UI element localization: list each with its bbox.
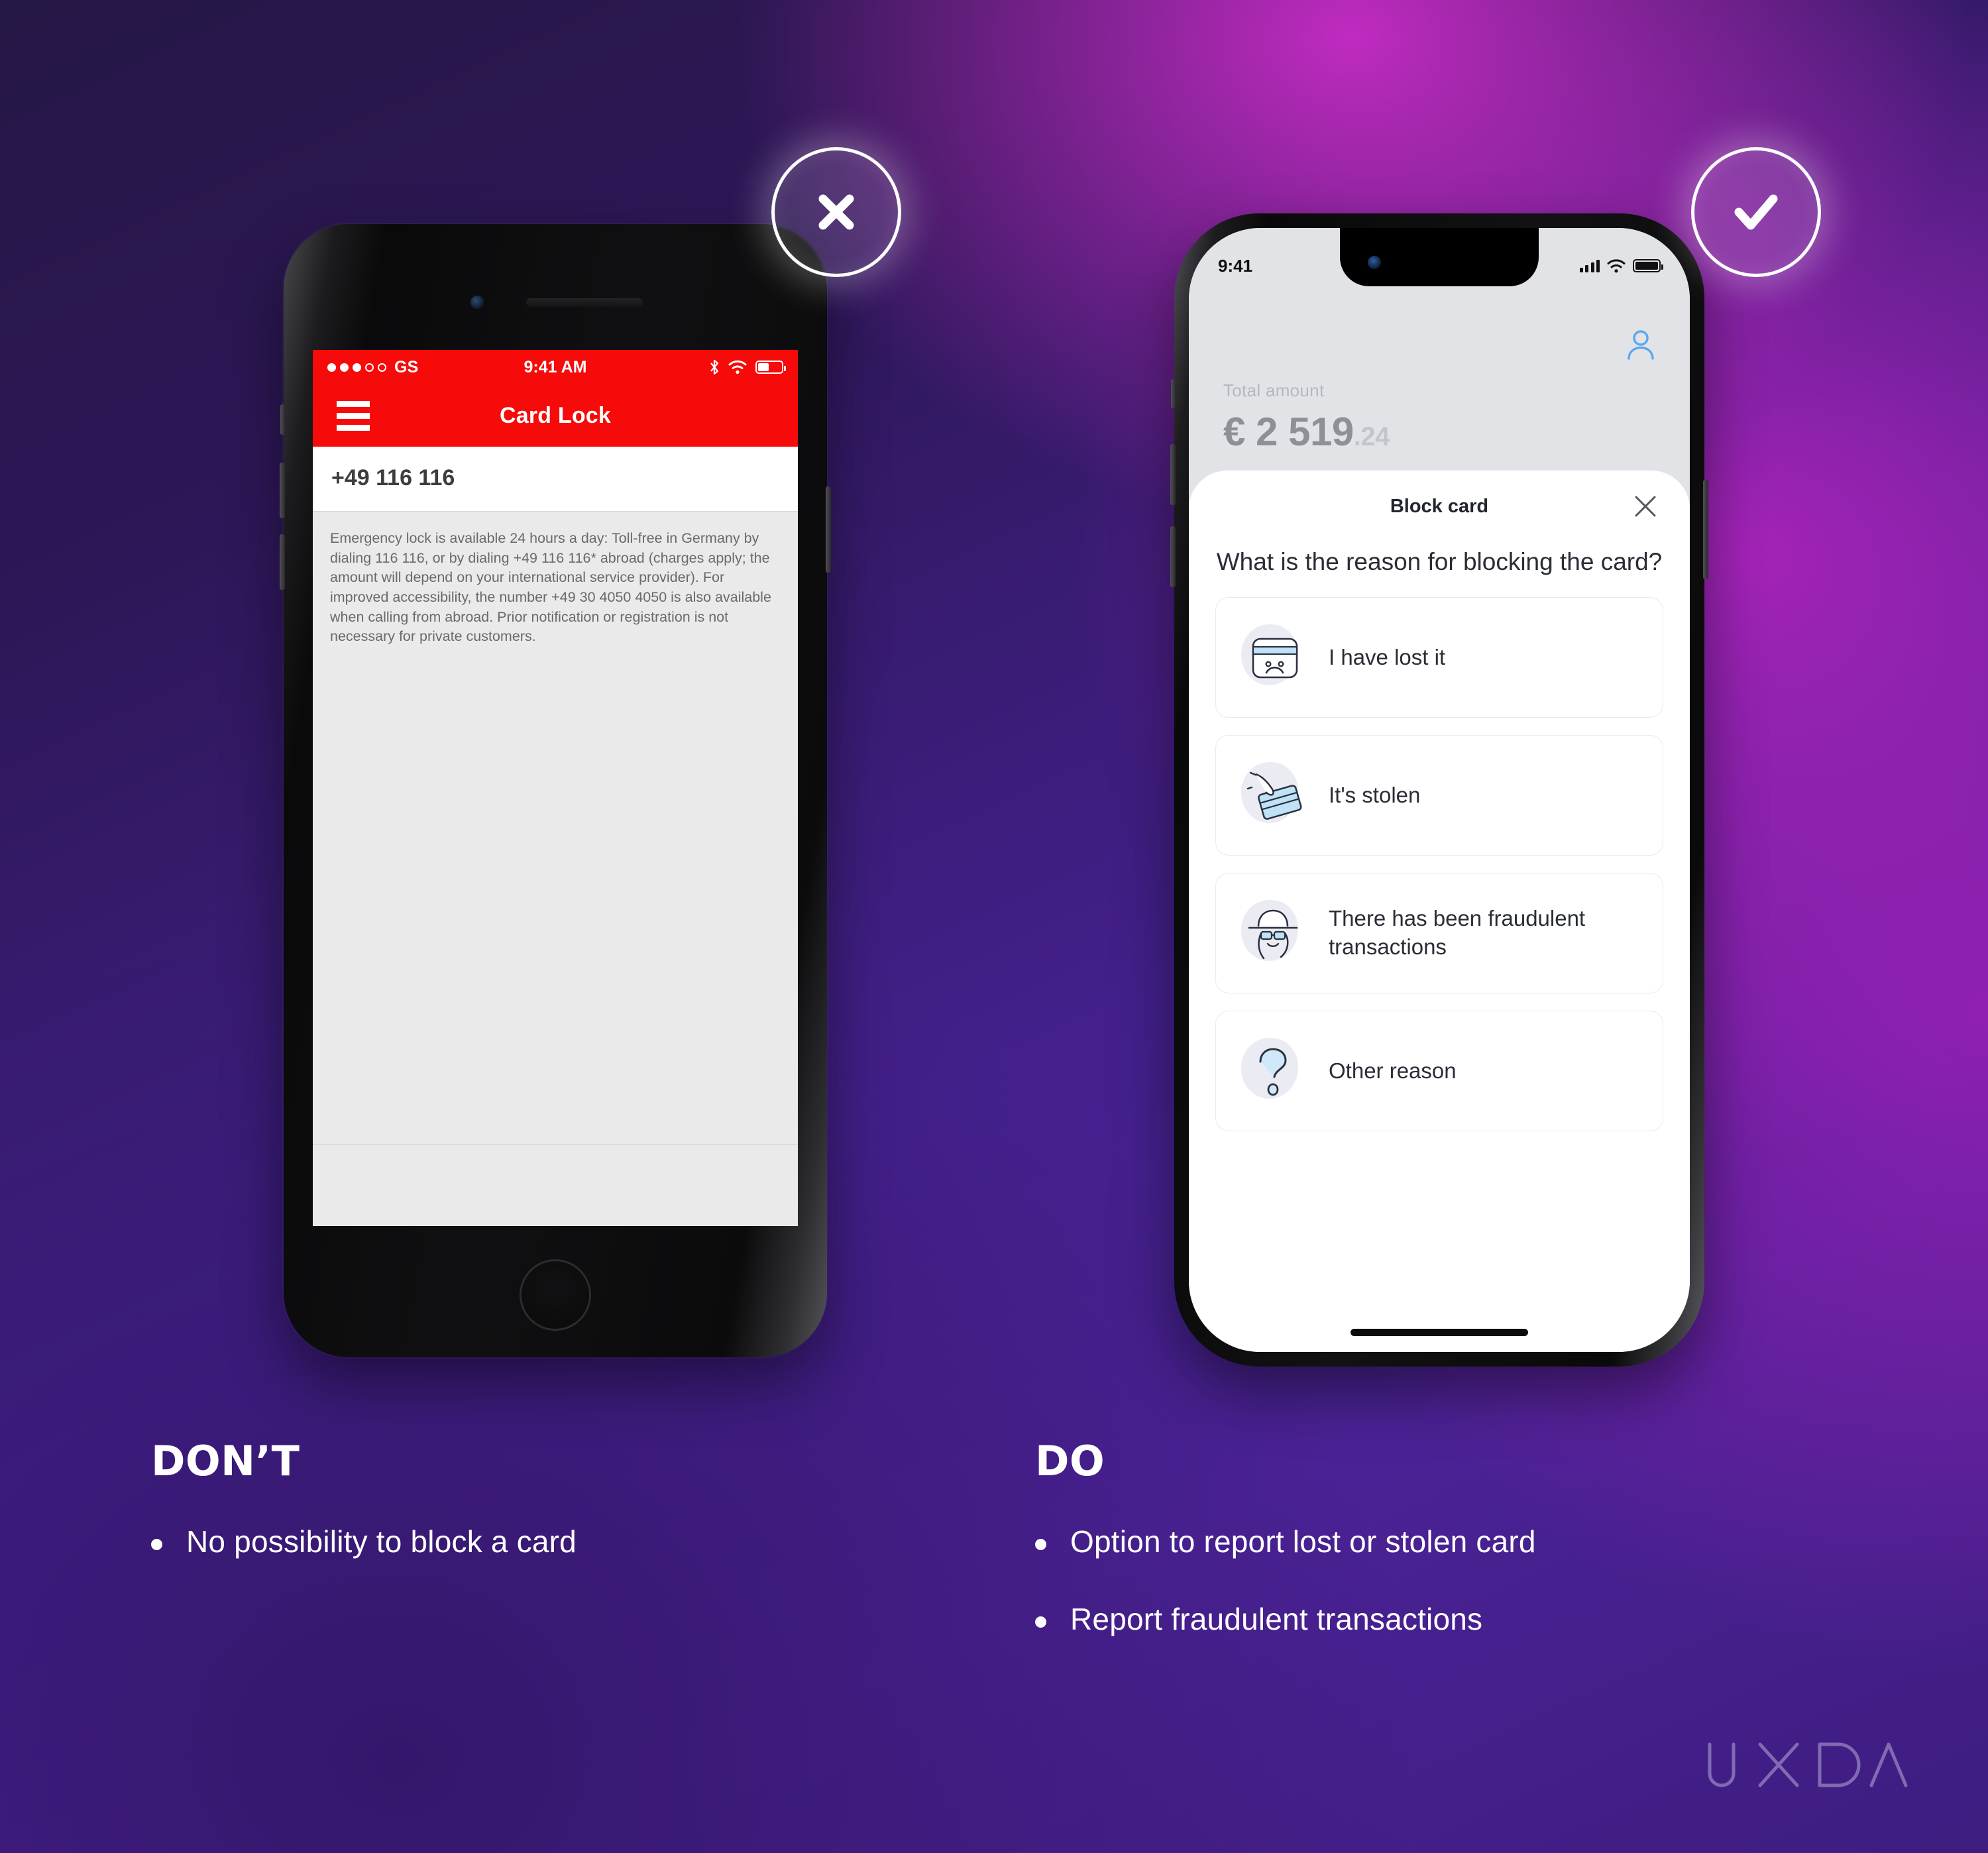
sheet-question: What is the reason for blocking the card… (1216, 548, 1663, 575)
option-other-reason[interactable]: Other reason (1215, 1011, 1663, 1132)
volume-up-button[interactable] (1170, 444, 1176, 505)
sheet-title: Block card (1390, 495, 1489, 517)
bullet-text: No possibility to block a card (186, 1524, 577, 1559)
dont-badge (771, 147, 901, 277)
battery-icon (1633, 259, 1663, 272)
signal-strength-dots (327, 363, 386, 372)
do-caption-block: DO Option to report lost or stolen card … (1035, 1437, 1536, 1679)
person-avatar-icon[interactable] (1624, 327, 1658, 362)
front-camera-icon (470, 296, 484, 309)
amount-cents: .24 (1353, 422, 1390, 451)
bullet-text: Report fraudulent transactions (1070, 1602, 1483, 1637)
old-phone-screen: GS 9:41 AM Card Lock +49 116 116 Emergen… (313, 350, 798, 1226)
emergency-lock-description: Emergency lock is available 24 hours a d… (330, 530, 771, 645)
silent-switch[interactable] (280, 404, 285, 435)
wifi-icon (1607, 258, 1626, 272)
dont-caption-block: DON’T No possibility to block a card (151, 1437, 577, 1601)
hand-stealing-card-icon (1239, 761, 1307, 830)
option-label: It's stolen (1329, 782, 1421, 807)
amount-integer: 2 519 (1256, 410, 1354, 454)
do-heading: DO (1035, 1437, 1105, 1485)
spy-detective-icon (1239, 899, 1307, 968)
new-phone-device: 9:41 Total amount € 2 519.24 Block card … (1170, 213, 1708, 1367)
close-x-icon[interactable] (1631, 492, 1659, 520)
dont-heading: DON’T (151, 1437, 300, 1485)
uxda-logo (1708, 1742, 1908, 1787)
content-divider (313, 1144, 798, 1145)
silent-switch[interactable] (1171, 379, 1176, 408)
cellular-bars-icon (1579, 259, 1600, 272)
carrier-label: GS (394, 357, 419, 376)
block-card-sheet: Block card What is the reason for blocki… (1189, 471, 1690, 1352)
home-button[interactable] (520, 1259, 591, 1331)
sad-card-icon (1239, 623, 1307, 692)
list-item: Report fraudulent transactions (1035, 1601, 1536, 1638)
option-label: Other reason (1329, 1058, 1457, 1083)
hamburger-menu-icon[interactable] (337, 400, 370, 431)
emergency-phone-number[interactable]: +49 116 116 (313, 447, 798, 512)
new-status-bar: 9:41 (1189, 228, 1690, 286)
earpiece-speaker (526, 298, 643, 307)
status-time: 9:41 (1218, 255, 1253, 276)
battery-icon (755, 361, 786, 374)
bullet-dot-icon (1035, 1616, 1046, 1628)
do-bullet-list: Option to report lost or stolen card Rep… (1035, 1524, 1536, 1638)
do-badge (1691, 147, 1821, 277)
home-indicator[interactable] (1351, 1329, 1528, 1336)
page-title: Card Lock (499, 402, 612, 428)
wifi-icon (728, 360, 747, 374)
list-item: Option to report lost or stolen card (1035, 1524, 1536, 1560)
old-app-navbar: Card Lock (313, 384, 798, 447)
option-its-stolen[interactable]: It's stolen (1215, 735, 1663, 856)
old-status-bar: GS 9:41 AM (313, 350, 798, 384)
option-i-have-lost-it[interactable]: I have lost it (1215, 597, 1663, 718)
option-label: I have lost it (1329, 644, 1446, 669)
volume-up-button[interactable] (280, 463, 285, 518)
currency-symbol: € (1223, 410, 1245, 454)
old-phone-device: GS 9:41 AM Card Lock +49 116 116 Emergen… (280, 224, 831, 1357)
option-label: There has been fraudulent transactions (1329, 906, 1586, 960)
total-amount-label: Total amount (1223, 380, 1325, 400)
total-amount-block: Total amount € 2 519.24 (1223, 380, 1390, 455)
bullet-dot-icon (1035, 1539, 1046, 1550)
power-button[interactable] (826, 486, 831, 573)
volume-down-button[interactable] (1170, 526, 1176, 587)
power-button[interactable] (1703, 480, 1708, 579)
new-phone-screen: 9:41 Total amount € 2 519.24 Block card … (1189, 228, 1690, 1352)
bullet-dot-icon (151, 1539, 162, 1550)
option-fraudulent-transactions[interactable]: There has been fraudulent transactions (1215, 873, 1663, 994)
total-amount-value: € 2 519.24 (1223, 409, 1390, 455)
bullet-text: Option to report lost or stolen card (1070, 1524, 1536, 1559)
list-item: No possibility to block a card (151, 1524, 577, 1560)
check-icon (1734, 194, 1778, 230)
bluetooth-icon (710, 359, 719, 375)
dont-bullet-list: No possibility to block a card (151, 1524, 577, 1560)
close-x-icon (818, 194, 854, 230)
question-mark-icon (1239, 1037, 1307, 1105)
status-time: 9:41 AM (524, 357, 587, 376)
volume-down-button[interactable] (280, 534, 285, 590)
